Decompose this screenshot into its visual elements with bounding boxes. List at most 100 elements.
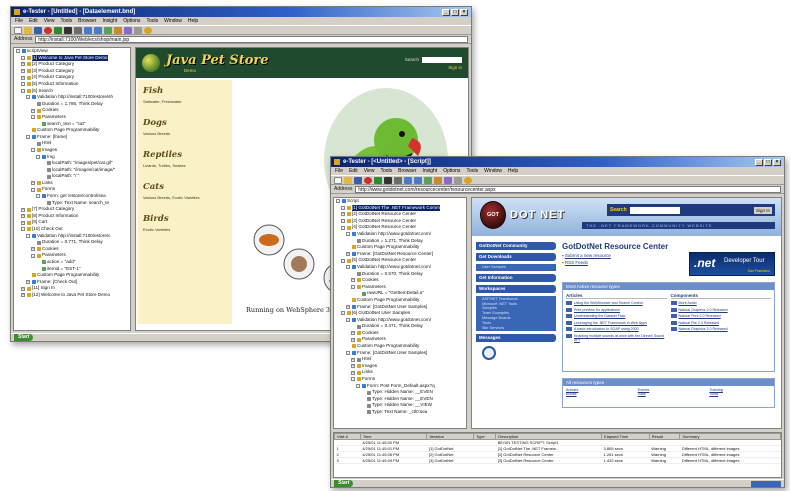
category-cats[interactable]: Cats Various Breeds, Exotic Varieties	[143, 182, 227, 200]
article-row[interactable]: Print preview for applications	[566, 307, 667, 312]
collapse-icon[interactable]: -	[351, 285, 355, 290]
category-birds[interactable]: Birds Exotic Varieties	[143, 214, 227, 232]
component-link[interactable]: More Audio	[679, 301, 697, 305]
tree-node[interactable]: Type: Hidden Name: __EVEN	[334, 396, 466, 403]
tree-node[interactable]: - [1] GotDotNet The .NET Framework Comm	[334, 204, 466, 212]
expand-icon[interactable]: +	[21, 75, 25, 80]
tree-node[interactable]: - [5] GotDotNet Resource Center	[334, 257, 466, 264]
collapse-icon[interactable]: -	[21, 88, 25, 93]
tree-node[interactable]: Duration = 1.271, Think Delay	[334, 238, 466, 245]
tree-node[interactable]: Type: Hidden Name: __EVEN	[334, 389, 466, 396]
menu-edit[interactable]: Edit	[349, 168, 358, 174]
tree-node[interactable]: + Cookies	[334, 330, 466, 337]
table-row[interactable]: 3 4/25/01 11:45:09 PM [3] GotDotNet [3] …	[334, 457, 781, 464]
script-tree[interactable]: - scriptView - [1] Welcome to Java Pet Stor…	[13, 47, 131, 331]
tree-node[interactable]: - Validation http://www.gotdotnet.com/	[334, 231, 466, 238]
expand-icon[interactable]: +	[346, 252, 350, 257]
tree-node[interactable]: Custom Page Programmability	[14, 127, 130, 134]
tree-node[interactable]: search_text = "cat"	[14, 121, 130, 128]
collapse-icon[interactable]: -	[346, 265, 350, 270]
collapse-icon[interactable]: -	[31, 253, 35, 258]
category-name[interactable]: Dogs	[143, 118, 227, 128]
menu-insight[interactable]: Insight	[422, 168, 437, 174]
category-name[interactable]: Fish	[143, 86, 227, 96]
play-icon[interactable]	[54, 26, 62, 34]
expand-icon[interactable]: +	[21, 293, 25, 298]
search-icon[interactable]	[124, 26, 132, 34]
refresh-icon[interactable]	[104, 26, 112, 34]
tree-node[interactable]: action = "add"	[14, 259, 130, 266]
maximize-button[interactable]: □	[451, 8, 459, 16]
expand-icon[interactable]: +	[351, 370, 355, 375]
component-row[interactable]: Natural Graphics 2.0 Released	[670, 307, 772, 312]
tree-node[interactable]: + Frame: [GotDotNet Resource Center]	[334, 251, 466, 258]
nav-item[interactable]: Site Services	[476, 325, 556, 331]
tree-node[interactable]: + [4] Product Category	[14, 74, 130, 81]
article-row[interactable]: Enabling multiple sounds at once with th…	[566, 333, 667, 342]
resource-type-link[interactable]: Jobs	[638, 392, 700, 396]
tree-node[interactable]: - scriptView	[14, 48, 130, 55]
expand-icon[interactable]: +	[351, 357, 355, 362]
nav-header-messages[interactable]: Messages	[476, 334, 556, 343]
category-name[interactable]: Reptiles	[143, 150, 227, 160]
tree-node[interactable]: - Form: Post Form_Default.aspx?q	[334, 383, 466, 390]
tree-node[interactable]: - Script	[334, 198, 466, 205]
collapse-icon[interactable]: -	[346, 350, 350, 355]
tree-node[interactable]: + Images	[334, 363, 466, 370]
expand-icon[interactable]: +	[21, 69, 25, 74]
menu-window[interactable]: Window	[164, 18, 182, 24]
tree-node[interactable]: - [4] GotDotNet Resource Center	[334, 224, 466, 231]
gotdotnet-logo[interactable]: GOT DOT NET	[480, 201, 565, 229]
tree-node[interactable]: - [5] Product Information	[14, 81, 130, 88]
tree-node[interactable]: + Html	[334, 356, 466, 363]
stop-icon[interactable]	[64, 26, 72, 34]
minimize-button[interactable]: _	[755, 158, 763, 166]
article-row[interactable]: Using the WebBrowser and Search Control	[566, 301, 667, 305]
menu-edit[interactable]: Edit	[29, 18, 38, 24]
menu-tools[interactable]: Tools	[380, 168, 392, 174]
net-developer-tour-banner[interactable]: .net Developer Tour San Francisco	[689, 252, 775, 276]
menu-help[interactable]: Help	[508, 168, 518, 174]
pause-icon[interactable]	[74, 26, 82, 34]
print-icon[interactable]	[134, 26, 142, 34]
expand-icon[interactable]: +	[351, 331, 355, 336]
tree-node[interactable]: - Validation http://www.gotdotnet.com/	[334, 317, 466, 324]
component-row[interactable]: Natural File 2.0 Released	[670, 320, 772, 325]
nav-header-community[interactable]: GotDotNet Community	[476, 242, 556, 250]
tree-node[interactable]: + Links	[334, 369, 466, 376]
tree-node[interactable]: + [12] Welcome to Java Pet Store Demo	[14, 292, 130, 299]
back-arrow-icon[interactable]	[404, 176, 412, 184]
component-row[interactable]: Natural Graphics 2.0 Released	[670, 327, 772, 331]
tree-node[interactable]: + Cookies	[14, 246, 130, 253]
component-row[interactable]: More Audio	[670, 301, 772, 305]
tree-node[interactable]: + [8] Product Information	[14, 213, 130, 220]
bullet-text[interactable]: Submit a new resource	[565, 253, 611, 258]
address-input[interactable]: http://www.gotdotnet.com/resourcecenter/…	[355, 185, 781, 193]
menu-browser[interactable]: Browser	[78, 18, 96, 24]
expand-icon[interactable]: +	[351, 337, 355, 342]
pet-signin-link[interactable]: Sign in	[448, 65, 462, 70]
tree-node[interactable]: + [7] Product Category	[14, 206, 130, 213]
tree-node[interactable]: - Frame: [GotDotNet User Samples]	[334, 350, 466, 357]
save-icon[interactable]	[354, 176, 362, 184]
menu-window[interactable]: Window	[484, 168, 502, 174]
collapse-icon[interactable]: -	[341, 258, 345, 263]
tree-node[interactable]: + Frame: [Check Out]	[14, 279, 130, 286]
pet-store-logo[interactable]: Java Pet Store	[166, 53, 269, 68]
play-icon[interactable]	[374, 176, 382, 184]
back-arrow-icon[interactable]	[84, 26, 92, 34]
expand-icon[interactable]: +	[341, 212, 345, 217]
new-icon[interactable]	[14, 26, 22, 34]
collapse-icon[interactable]: -	[31, 187, 35, 192]
start-button[interactable]: Start	[334, 480, 354, 487]
collapse-icon[interactable]: -	[346, 232, 350, 237]
nav-header-workspaces[interactable]: Workspaces	[476, 284, 556, 293]
tree-node[interactable]: Duration = 0.471, Think Delay	[334, 323, 466, 330]
tree-node[interactable]: - Validation http://www.gotdotnet.com/	[334, 264, 466, 271]
tree-node[interactable]: - Validation http://install:7100/estore/s…	[14, 94, 130, 101]
article-link[interactable]: Using the WebBrowser and Search Control	[574, 301, 643, 305]
collapse-icon[interactable]: -	[341, 225, 345, 230]
refresh-icon[interactable]	[424, 176, 432, 184]
tree-node[interactable]: + [2] Product Category	[14, 61, 130, 68]
close-button[interactable]: ×	[460, 8, 468, 16]
